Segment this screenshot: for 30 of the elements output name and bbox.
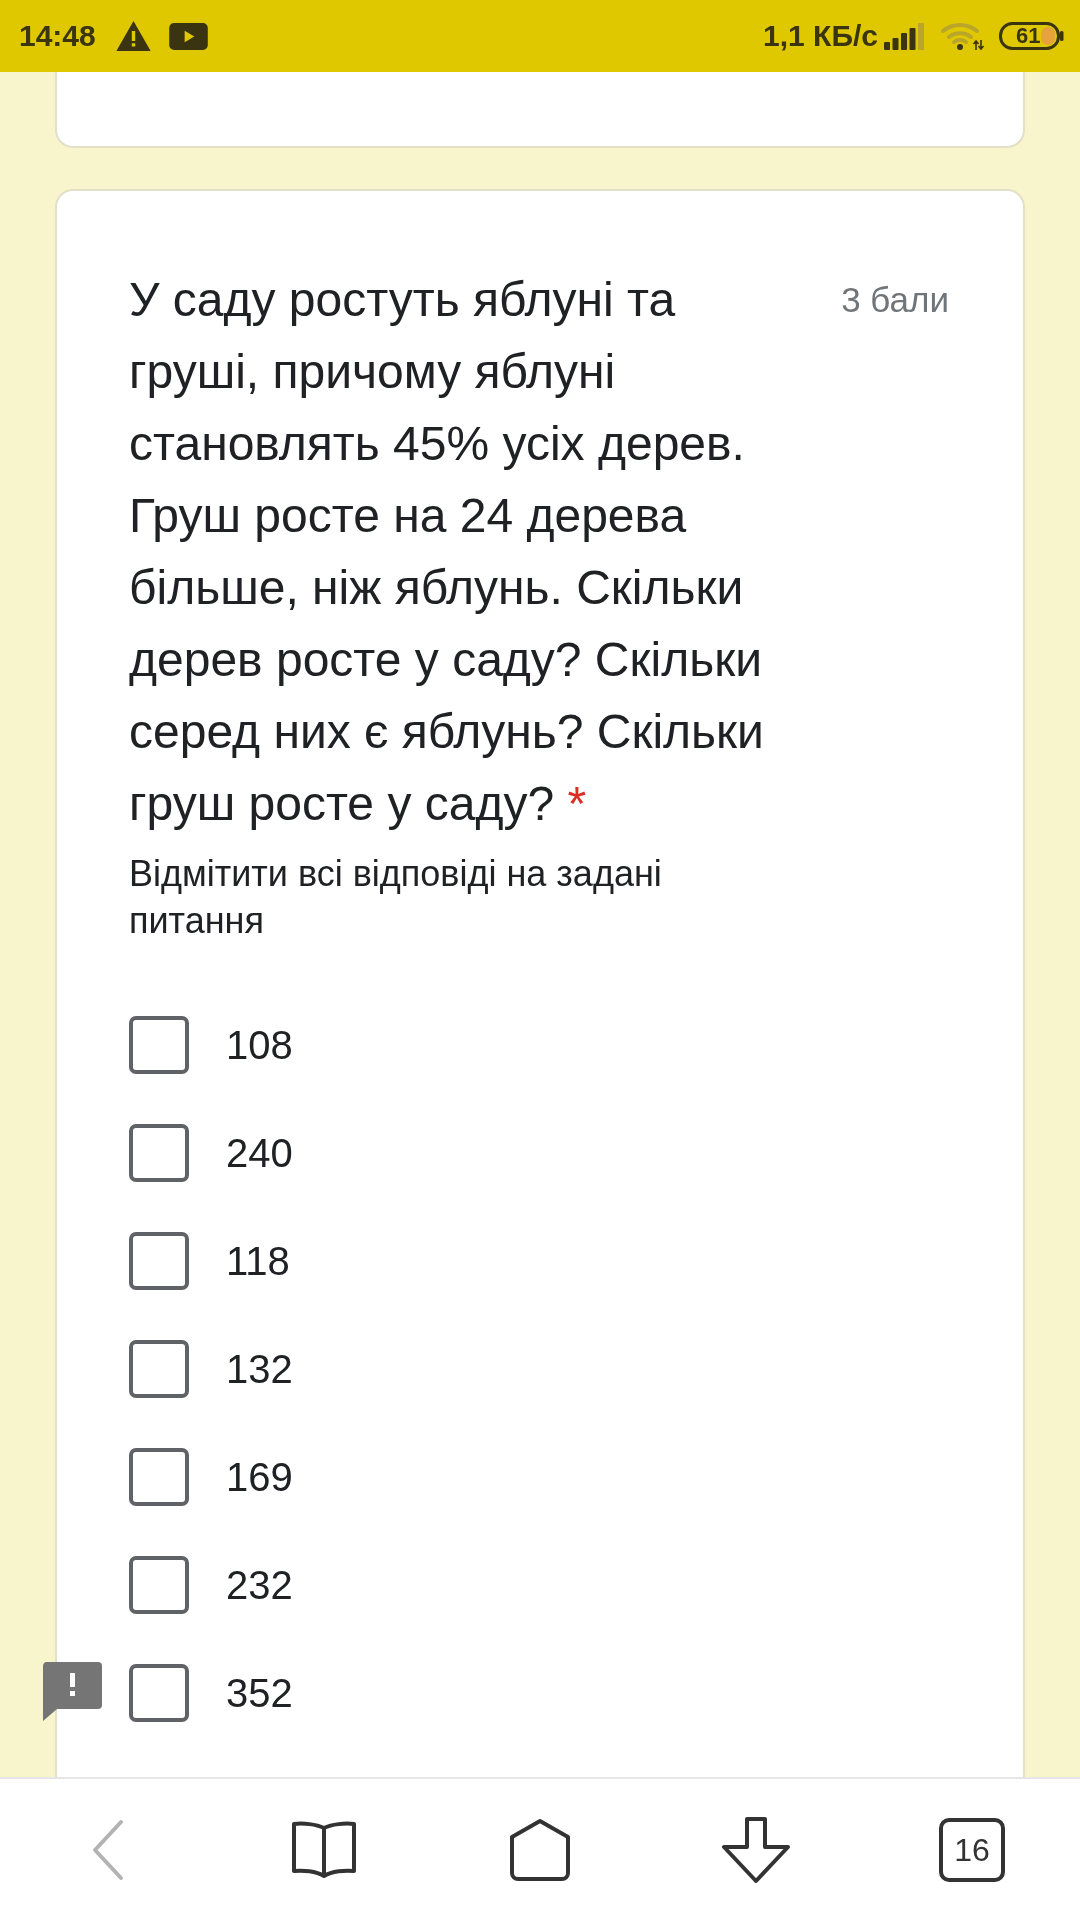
checkbox[interactable] [129, 1556, 189, 1614]
option-label: 118 [226, 1238, 290, 1285]
battery-percent: 61 [1016, 23, 1041, 49]
option-label: 108 [226, 1022, 293, 1069]
tabs-button[interactable]: 16 [939, 1817, 1005, 1882]
checkbox[interactable] [129, 1232, 189, 1290]
checkbox[interactable] [129, 1124, 189, 1182]
question-title: У саду ростуть яблуні та груші, причому яблуні становлять 45% усіх дерев. Груш росте на 24 дерева більше, ніж яблунь. Скільки дерев росте у саду? Скільки серед них є яблунь? Скільки груш росте у саду? * [129, 272, 765, 832]
checkbox[interactable] [129, 1664, 189, 1722]
checkbox[interactable] [129, 1016, 189, 1074]
option-label: 240 [226, 1130, 293, 1177]
checkbox[interactable] [129, 1340, 189, 1398]
option-label: 232 [226, 1562, 293, 1609]
option-label: 352 [226, 1670, 293, 1717]
signal-icon [884, 22, 925, 50]
option-label: 169 [226, 1454, 293, 1501]
book-icon[interactable] [291, 1819, 357, 1880]
helper-text: Відмітити всі відповіді на задані питання [129, 852, 663, 943]
warning-icon [115, 21, 151, 51]
home-icon[interactable] [508, 1817, 572, 1882]
arrow-down-icon[interactable] [720, 1815, 792, 1884]
wifi-icon [940, 21, 985, 51]
points-label: 3 бали [841, 279, 949, 321]
checkbox[interactable] [129, 1448, 189, 1506]
network-speed: 1,1 КБ/с [763, 18, 878, 54]
clock-time: 14:48 [19, 18, 96, 54]
option-label: 132 [226, 1346, 293, 1393]
video-play-icon [168, 22, 208, 50]
battery-icon [999, 22, 1064, 50]
feedback-icon[interactable] [43, 1662, 102, 1721]
